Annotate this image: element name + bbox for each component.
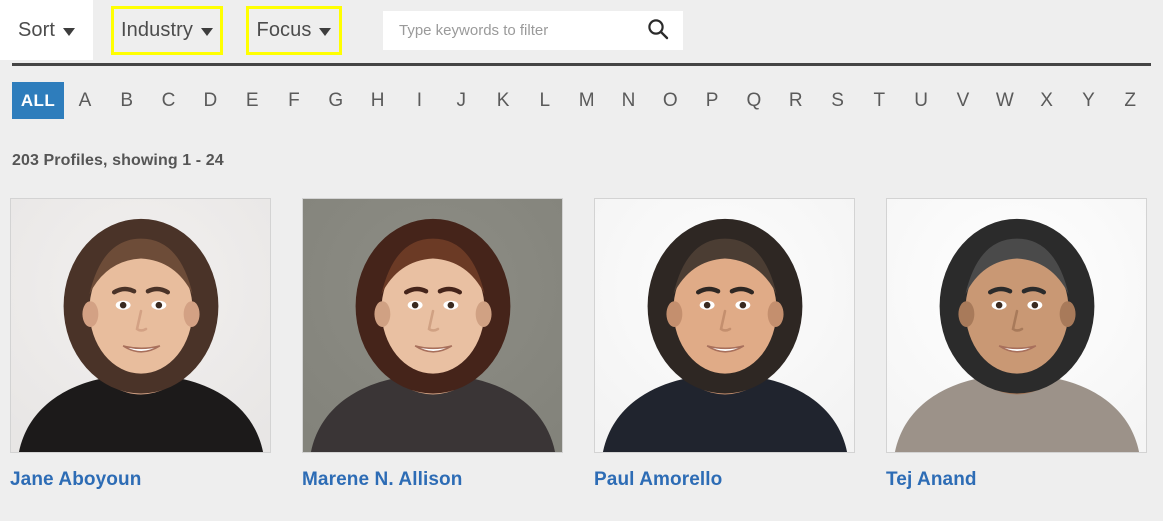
alpha-filter-x[interactable]: X bbox=[1026, 82, 1068, 119]
filter-toolbar: Sort Industry Focus bbox=[0, 0, 1163, 60]
alpha-filter-h[interactable]: H bbox=[357, 82, 399, 119]
portrait-jane-aboyoun bbox=[11, 199, 270, 452]
industry-dropdown-button[interactable]: Industry bbox=[121, 19, 213, 42]
alphabet-filter-nav: ALL ABCDEFGHIJKLMNOPQRSTUVWXYZ bbox=[12, 82, 1151, 119]
alpha-filter-l[interactable]: L bbox=[524, 82, 566, 119]
alpha-filter-d[interactable]: D bbox=[189, 82, 231, 119]
sort-dropdown[interactable]: Sort bbox=[0, 0, 93, 60]
profile-photo[interactable] bbox=[10, 198, 271, 453]
profile-name-link[interactable]: Tej Anand bbox=[886, 469, 1147, 491]
search-input[interactable] bbox=[399, 22, 647, 39]
profile-name-link[interactable]: Marene N. Allison bbox=[302, 469, 563, 491]
chevron-down-icon bbox=[319, 28, 332, 36]
portrait-marene-n-allison bbox=[303, 199, 562, 452]
industry-dropdown[interactable]: Industry bbox=[111, 6, 223, 55]
focus-dropdown-button[interactable]: Focus bbox=[257, 19, 332, 42]
search-submit-button[interactable] bbox=[647, 18, 669, 43]
profile-card[interactable]: Tej Anand bbox=[886, 198, 1147, 491]
alpha-filter-m[interactable]: M bbox=[566, 82, 608, 119]
search-box[interactable] bbox=[383, 11, 683, 50]
alpha-filter-s[interactable]: S bbox=[817, 82, 859, 119]
chevron-down-icon bbox=[63, 27, 76, 36]
alpha-filter-n[interactable]: N bbox=[608, 82, 650, 119]
sort-dropdown-button[interactable]: Sort bbox=[17, 18, 76, 42]
profile-card[interactable]: Marene N. Allison bbox=[302, 198, 563, 491]
alpha-filter-f[interactable]: F bbox=[273, 82, 315, 119]
alpha-filter-y[interactable]: Y bbox=[1068, 82, 1110, 119]
results-count-label: 203 Profiles, showing 1 - 24 bbox=[12, 152, 224, 169]
search-icon bbox=[647, 18, 669, 43]
alpha-filter-z[interactable]: Z bbox=[1109, 82, 1151, 119]
focus-dropdown-label: Focus bbox=[256, 19, 312, 41]
alpha-filter-g[interactable]: G bbox=[315, 82, 357, 119]
chevron-down-icon bbox=[200, 28, 213, 36]
focus-dropdown[interactable]: Focus bbox=[246, 6, 342, 55]
profile-name-link[interactable]: Paul Amorello bbox=[594, 469, 855, 491]
profile-card[interactable]: Paul Amorello bbox=[594, 198, 855, 491]
portrait-tej-anand bbox=[887, 199, 1146, 452]
profile-photo[interactable] bbox=[302, 198, 563, 453]
portrait-paul-amorello bbox=[595, 199, 854, 452]
alpha-filter-i[interactable]: I bbox=[399, 82, 441, 119]
profile-grid: Jane Aboyoun Marene N. Allison Paul Amor… bbox=[10, 198, 1153, 491]
alpha-filter-r[interactable]: R bbox=[775, 82, 817, 119]
alpha-filter-k[interactable]: K bbox=[482, 82, 524, 119]
alpha-filter-t[interactable]: T bbox=[858, 82, 900, 119]
alpha-filter-e[interactable]: E bbox=[231, 82, 273, 119]
alpha-filter-p[interactable]: P bbox=[691, 82, 733, 119]
alpha-filter-b[interactable]: B bbox=[106, 82, 148, 119]
industry-dropdown-label: Industry bbox=[121, 19, 193, 41]
profile-directory-page: Sort Industry Focus Type keywords to fil… bbox=[0, 0, 1163, 521]
alpha-filter-w[interactable]: W bbox=[984, 82, 1026, 119]
alpha-filter-c[interactable]: C bbox=[148, 82, 190, 119]
profile-name-link[interactable]: Jane Aboyoun bbox=[10, 469, 271, 491]
alpha-filter-u[interactable]: U bbox=[900, 82, 942, 119]
sort-dropdown-label: Sort bbox=[17, 18, 56, 41]
alpha-filter-v[interactable]: V bbox=[942, 82, 984, 119]
profile-photo[interactable] bbox=[594, 198, 855, 453]
alpha-filter-j[interactable]: J bbox=[440, 82, 482, 119]
alpha-filter-o[interactable]: O bbox=[649, 82, 691, 119]
alpha-filter-q[interactable]: Q bbox=[733, 82, 775, 119]
alpha-filter-a[interactable]: A bbox=[64, 82, 106, 119]
toolbar-divider bbox=[12, 63, 1151, 66]
profile-photo[interactable] bbox=[886, 198, 1147, 453]
profile-card[interactable]: Jane Aboyoun bbox=[10, 198, 271, 491]
alpha-filter-all[interactable]: ALL bbox=[12, 82, 64, 119]
